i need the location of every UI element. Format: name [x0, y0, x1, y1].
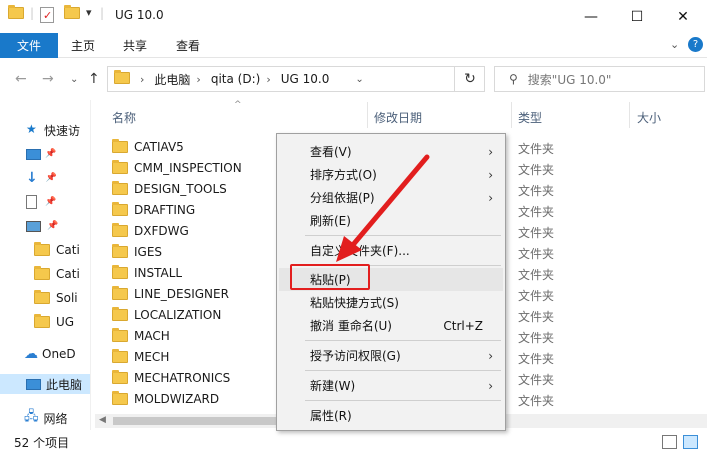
- annotation-arrow: [336, 154, 430, 262]
